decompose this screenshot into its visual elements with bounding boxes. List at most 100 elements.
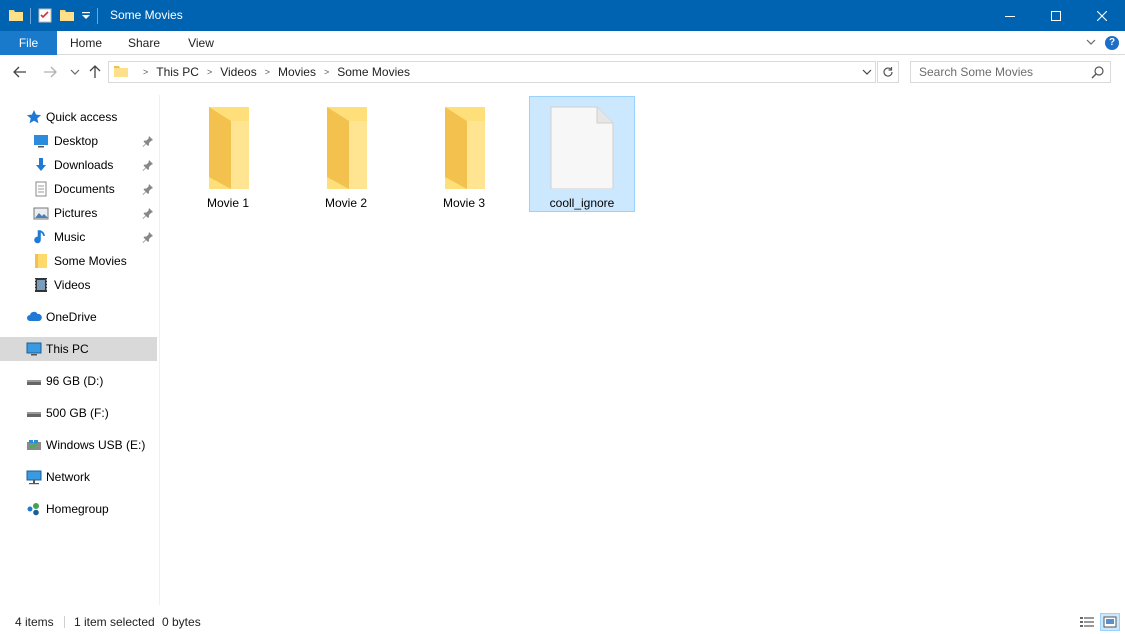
status-divider [64,616,65,628]
nav-label: Some Movies [54,254,127,268]
breadcrumb-separator[interactable]: > [207,67,212,77]
file-item[interactable]: cooll_ignore [529,96,635,212]
tab-share[interactable]: Share [120,31,168,55]
nav-item-some-movies[interactable]: Some Movies [0,249,157,273]
minimize-button[interactable] [987,0,1033,31]
breadcrumb-movies[interactable]: Movies [278,65,316,79]
up-button[interactable] [87,64,103,80]
toolbar-separator [30,8,31,24]
nav-label: OneDrive [46,310,97,324]
selection-size: 0 bytes [162,615,201,629]
computer-icon [26,341,42,357]
details-view-button[interactable] [1077,613,1097,631]
nav-label: Quick access [46,110,118,124]
toolbar-separator [97,8,98,24]
expand-ribbon-button[interactable] [1085,36,1099,50]
nav-item-desktop[interactable]: Desktop [0,129,157,153]
pin-icon[interactable] [142,135,154,147]
folder-item[interactable]: Movie 2 [293,96,399,212]
folder-icon [33,253,49,269]
homegroup-icon [26,501,42,517]
navigation-pane: Quick access Desktop Downloads Documents [0,95,160,605]
details-view-icon [1080,617,1094,627]
breadcrumb-separator[interactable]: > [324,67,329,77]
minimize-icon [1005,15,1015,17]
breadcrumb-videos[interactable]: Videos [220,65,256,79]
help-button[interactable]: ? [1105,36,1119,50]
search-input[interactable] [911,62,1086,82]
nav-item-downloads[interactable]: Downloads [0,153,157,177]
nav-label: Pictures [54,206,98,220]
network-icon [26,469,42,485]
videos-icon [33,277,49,293]
nav-drive-d[interactable]: 96 GB (D:) [0,369,157,393]
item-count: 4 items [15,615,54,629]
documents-icon [33,181,49,197]
nav-network[interactable]: Network [0,465,157,489]
nav-item-videos[interactable]: Videos [0,273,157,297]
close-icon [1097,10,1107,21]
forward-button[interactable] [42,64,58,80]
status-bar: 4 items 1 item selected 0 bytes [0,610,1125,634]
recent-locations-button[interactable] [67,64,83,80]
pin-icon[interactable] [142,159,154,171]
search-icon[interactable] [1091,65,1105,79]
close-button[interactable] [1079,0,1125,31]
ribbon-tabs: File Home Share View ? [0,31,1125,55]
breadcrumb-separator[interactable]: > [265,67,270,77]
breadcrumb-some-movies[interactable]: Some Movies [337,65,410,79]
tab-file[interactable]: File [0,31,57,55]
nav-label: Homegroup [46,502,109,516]
cloud-icon [26,309,42,325]
tab-view[interactable]: View [177,31,225,55]
back-button[interactable] [12,64,28,80]
file-icon [549,105,615,190]
address-bar[interactable]: > This PC > Videos > Movies > Some Movie… [108,61,876,83]
nav-drive-e[interactable]: Windows USB (E:) [0,433,157,457]
properties-icon[interactable] [37,7,53,26]
customize-toolbar-icon[interactable] [81,7,91,26]
title-bar: Some Movies [0,0,1125,31]
tab-home[interactable]: Home [62,31,110,55]
nav-label: Network [46,470,91,484]
nav-drive-f[interactable]: 500 GB (F:) [0,401,157,425]
large-icons-view-icon [1103,616,1117,628]
breadcrumb-this-pc[interactable]: This PC [156,65,199,79]
new-folder-icon[interactable] [59,7,75,26]
breadcrumb: > This PC > Videos > Movies > Some Movie… [113,62,410,82]
nav-label: Videos [54,278,91,292]
chevron-down-icon [1086,39,1096,45]
item-name: Movie 3 [442,196,486,210]
selection-count: 1 item selected [74,615,155,629]
nav-item-music[interactable]: Music [0,225,157,249]
folder-icon [113,63,129,82]
nav-label: Music [54,230,86,244]
pictures-icon [33,205,49,221]
nav-quick-access[interactable]: Quick access [0,105,157,129]
nav-homegroup[interactable]: Homegroup [0,497,157,521]
nav-item-documents[interactable]: Documents [0,177,157,201]
large-icons-view-button[interactable] [1100,613,1120,631]
navigation-bar: > This PC > Videos > Movies > Some Movie… [0,55,1125,89]
pin-icon[interactable] [142,183,154,195]
nav-onedrive[interactable]: OneDrive [0,305,157,329]
folder-icon [195,105,261,189]
arrow-right-icon [44,66,57,78]
window-title: Some Movies [110,8,183,22]
item-name: Movie 1 [206,196,250,210]
pin-icon[interactable] [142,207,154,219]
folder-item[interactable]: Movie 1 [175,96,281,212]
address-dropdown-button[interactable] [862,66,872,81]
nav-item-pictures[interactable]: Pictures [0,201,157,225]
folder-icon [8,7,24,26]
nav-this-pc[interactable]: This PC [0,337,157,361]
maximize-icon [1051,10,1061,21]
folder-icon [313,105,379,189]
maximize-button[interactable] [1033,0,1079,31]
pin-icon[interactable] [142,231,154,243]
breadcrumb-separator[interactable]: > [143,67,148,77]
file-list[interactable]: Movie 1 Movie 2 Movie 3 cooll_ignore [161,89,1125,605]
refresh-button[interactable] [877,61,899,83]
folder-icon [431,105,497,189]
folder-item[interactable]: Movie 3 [411,96,517,212]
